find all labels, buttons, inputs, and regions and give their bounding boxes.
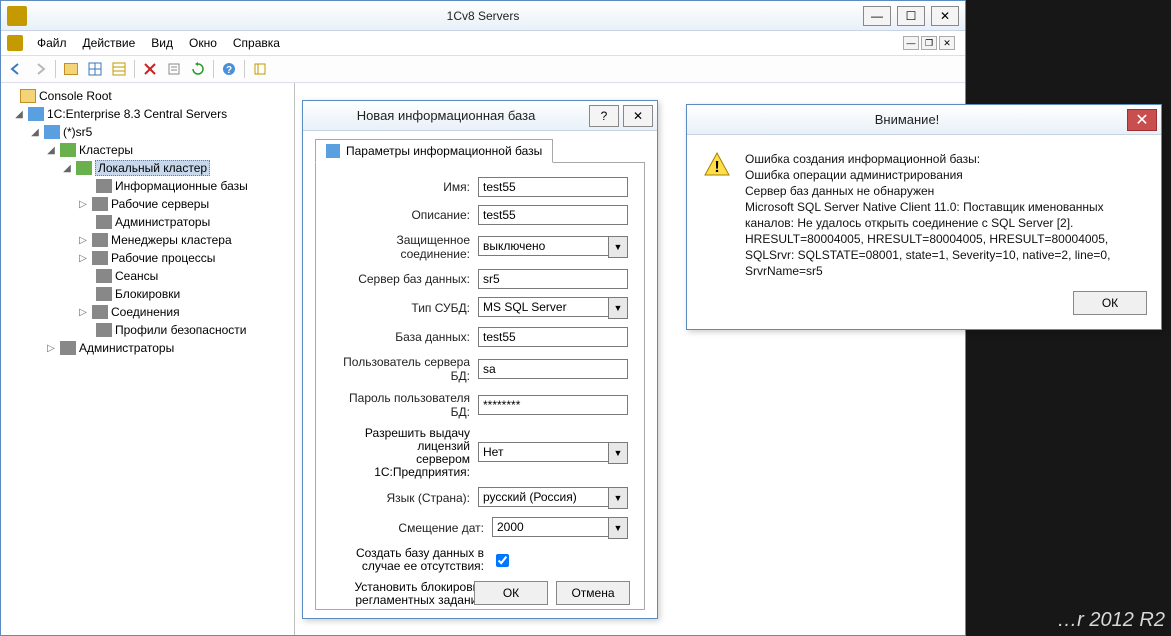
menu-view[interactable]: Вид xyxy=(143,34,181,52)
label-lang: Язык (Страна): xyxy=(332,491,478,505)
alert-title: Внимание! xyxy=(687,112,1127,127)
svg-text:?: ? xyxy=(226,65,232,76)
dropdown-license[interactable]: ▼ xyxy=(608,442,628,464)
tree-work-servers[interactable]: ▷Рабочие серверы xyxy=(1,195,294,213)
window-title: 1Cv8 Servers xyxy=(447,9,520,23)
menubar: Файл Действие Вид Окно Справка — ❐ ✕ xyxy=(1,31,965,55)
tree-security[interactable]: Профили безопасности xyxy=(1,321,294,339)
dropdown-lang[interactable]: ▼ xyxy=(608,487,628,509)
input-license[interactable] xyxy=(478,442,608,462)
svg-text:!: ! xyxy=(714,159,719,176)
desktop-watermark: …r 2012 R2 xyxy=(1057,609,1165,632)
label-dbserver: Сервер баз данных: xyxy=(332,272,478,286)
warning-icon: ! xyxy=(703,151,731,179)
label-desc: Описание: xyxy=(332,208,478,222)
label-db: База данных: xyxy=(332,330,478,344)
dialog-title: Новая информационная база xyxy=(303,108,589,123)
tree-locks[interactable]: Блокировки xyxy=(1,285,294,303)
menu-help[interactable]: Справка xyxy=(225,34,288,52)
dropdown-dateoff[interactable]: ▼ xyxy=(608,517,628,539)
toolbar: ? xyxy=(1,55,965,83)
back-button[interactable] xyxy=(5,58,27,80)
tree-sr5[interactable]: ◢(*)sr5 xyxy=(1,123,294,141)
mdi-close[interactable]: ✕ xyxy=(939,36,955,50)
alert-titlebar: Внимание! ✕ xyxy=(687,105,1161,135)
label-name: Имя: xyxy=(332,180,478,194)
label-createdb: Создать базу данных вслучае ее отсутстви… xyxy=(332,547,492,573)
close-button[interactable]: ✕ xyxy=(931,6,959,26)
input-db[interactable] xyxy=(478,327,628,347)
list-button[interactable] xyxy=(108,58,130,80)
tree-central-servers[interactable]: ◢1C:Enterprise 8.3 Central Servers xyxy=(1,105,294,123)
dialog-help-button[interactable]: ? xyxy=(589,105,619,127)
tree-connections[interactable]: ▷Соединения xyxy=(1,303,294,321)
input-secure[interactable] xyxy=(478,236,608,256)
tree-infobases[interactable]: Информационные базы xyxy=(1,177,294,195)
database-icon xyxy=(326,144,340,158)
dialog-titlebar: Новая информационная база ? ✕ xyxy=(303,101,657,131)
maximize-button[interactable]: ☐ xyxy=(897,6,925,26)
menubar-icon xyxy=(7,35,23,51)
label-secure: Защищенное соединение: xyxy=(332,233,478,261)
input-desc[interactable] xyxy=(478,205,628,225)
help-button[interactable]: ? xyxy=(218,58,240,80)
new-infobase-dialog: Новая информационная база ? ✕ Параметры … xyxy=(302,100,658,619)
label-dbuser: Пользователь сервера БД: xyxy=(332,355,478,383)
label-license: Разрешить выдачу лицензийсервером 1С:Пре… xyxy=(332,427,478,479)
alert-text: Ошибка создания информационной базы: Оши… xyxy=(745,151,1145,279)
tree-processes[interactable]: ▷Рабочие процессы xyxy=(1,249,294,267)
input-dbpass[interactable] xyxy=(478,395,628,415)
tree-console-root[interactable]: Console Root xyxy=(1,87,294,105)
input-dateoff[interactable] xyxy=(492,517,608,537)
params-tab[interactable]: Параметры информационной базы xyxy=(315,139,553,163)
checkbox-createdb[interactable] xyxy=(496,554,509,567)
input-name[interactable] xyxy=(478,177,628,197)
tree-managers[interactable]: ▷Менеджеры кластера xyxy=(1,231,294,249)
tree-admins[interactable]: Администраторы xyxy=(1,213,294,231)
params-panel: Имя: Описание: Защищенное соединение: ▼ С… xyxy=(315,162,645,610)
titlebar: 1Cv8 Servers — ☐ ✕ xyxy=(1,1,965,31)
alert-dialog: Внимание! ✕ ! Ошибка создания информацио… xyxy=(686,104,1162,330)
dropdown-dbtype[interactable]: ▼ xyxy=(608,297,628,319)
ok-button[interactable]: ОК xyxy=(474,581,548,605)
input-lang[interactable] xyxy=(478,487,608,507)
dialog-close-button[interactable]: ✕ xyxy=(623,105,653,127)
input-dbserver[interactable] xyxy=(478,269,628,289)
forward-button[interactable] xyxy=(29,58,51,80)
menu-window[interactable]: Окно xyxy=(181,34,225,52)
app-icon xyxy=(7,6,27,26)
extra-button[interactable] xyxy=(249,58,271,80)
input-dbuser[interactable] xyxy=(478,359,628,379)
tree-administrators[interactable]: ▷Администраторы xyxy=(1,339,294,357)
label-dbpass: Пароль пользователя БД: xyxy=(332,391,478,419)
alert-close-button[interactable]: ✕ xyxy=(1127,109,1157,131)
menu-file[interactable]: Файл xyxy=(29,34,75,52)
minimize-button[interactable]: — xyxy=(863,6,891,26)
mdi-minimize[interactable]: — xyxy=(903,36,919,50)
input-dbtype[interactable] xyxy=(478,297,608,317)
menu-action[interactable]: Действие xyxy=(75,34,144,52)
mdi-restore[interactable]: ❐ xyxy=(921,36,937,50)
label-dbtype: Тип СУБД: xyxy=(332,301,478,315)
label-block: Установить блокировкурегламентных задани… xyxy=(332,581,492,607)
refresh-button[interactable] xyxy=(187,58,209,80)
dropdown-secure[interactable]: ▼ xyxy=(608,236,628,258)
label-dateoff: Смещение дат: xyxy=(332,521,492,535)
grid-button[interactable] xyxy=(84,58,106,80)
alert-ok-button[interactable]: ОК xyxy=(1073,291,1147,315)
tree-local-cluster[interactable]: ◢Локальный кластер xyxy=(1,159,294,177)
tree-pane[interactable]: Console Root ◢1C:Enterprise 8.3 Central … xyxy=(1,83,295,635)
delete-button[interactable] xyxy=(139,58,161,80)
cancel-button[interactable]: Отмена xyxy=(556,581,630,605)
properties-button[interactable] xyxy=(163,58,185,80)
tree-sessions[interactable]: Сеансы xyxy=(1,267,294,285)
tree-clusters[interactable]: ◢Кластеры xyxy=(1,141,294,159)
folder-button[interactable] xyxy=(60,58,82,80)
